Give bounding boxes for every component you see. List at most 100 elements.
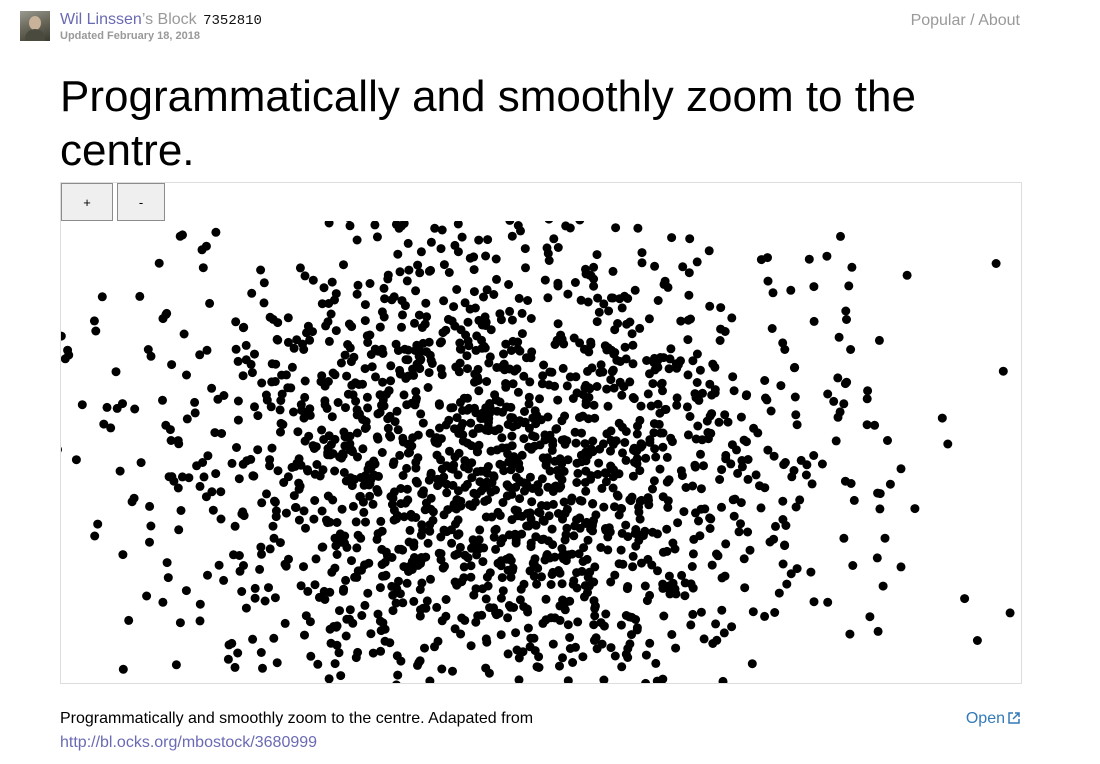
data-point	[480, 312, 490, 322]
data-point	[420, 505, 430, 515]
data-point	[306, 651, 316, 661]
data-point	[621, 455, 631, 465]
block-title: Wil Linssen’s Block 7352810	[60, 11, 262, 29]
data-point	[603, 532, 613, 542]
data-point	[324, 221, 334, 228]
data-point	[281, 508, 291, 518]
data-point	[558, 653, 567, 663]
data-point	[809, 316, 819, 326]
data-point	[455, 542, 465, 552]
data-point	[341, 575, 351, 585]
data-point	[613, 319, 623, 328]
data-point	[570, 278, 580, 287]
data-point	[330, 466, 340, 476]
data-point	[393, 249, 403, 259]
data-point	[238, 459, 248, 469]
data-point	[756, 503, 766, 513]
data-point	[450, 321, 460, 331]
data-point	[467, 458, 477, 468]
data-point	[341, 403, 350, 413]
data-point	[386, 432, 396, 442]
data-point	[498, 586, 508, 596]
data-point	[823, 597, 833, 607]
data-point	[504, 280, 514, 289]
data-point	[755, 481, 764, 491]
data-point	[592, 317, 602, 327]
data-point	[481, 321, 491, 330]
zoom-out-button[interactable]: -	[117, 183, 165, 221]
data-point	[434, 548, 444, 558]
popular-link[interactable]: Popular	[911, 12, 966, 29]
data-point	[383, 414, 393, 424]
data-point	[514, 675, 524, 683]
data-point	[270, 377, 280, 386]
data-point	[705, 524, 715, 533]
data-point	[391, 598, 401, 608]
data-point	[415, 268, 425, 278]
data-point	[450, 240, 460, 250]
data-point	[523, 296, 533, 305]
data-point	[632, 429, 642, 439]
data-point	[649, 476, 659, 486]
data-point	[873, 626, 883, 636]
nav-separator: /	[970, 12, 975, 29]
open-link[interactable]: Open	[966, 707, 1020, 731]
data-point	[426, 265, 436, 275]
data-point	[516, 584, 526, 594]
data-point	[875, 504, 885, 514]
data-point	[241, 340, 251, 350]
data-point	[831, 436, 841, 446]
data-point	[532, 662, 542, 672]
zoom-in-button[interactable]: +	[61, 183, 113, 221]
data-point	[692, 257, 702, 267]
data-point	[470, 377, 479, 387]
data-point	[589, 400, 599, 410]
data-point	[396, 656, 406, 666]
data-point	[594, 307, 604, 317]
data-point	[358, 444, 368, 454]
data-point	[118, 664, 128, 674]
data-point	[283, 383, 293, 393]
data-point	[300, 630, 309, 640]
data-point	[771, 521, 780, 531]
data-point	[727, 622, 737, 632]
data-point	[195, 616, 205, 626]
data-point	[680, 578, 690, 588]
data-point	[295, 481, 305, 491]
data-point	[590, 601, 600, 611]
data-point	[600, 341, 610, 351]
data-point	[751, 470, 761, 480]
source-link[interactable]: http://bl.ocks.org/mbostock/3680999	[60, 734, 317, 751]
data-point	[688, 609, 698, 619]
data-point	[575, 221, 585, 225]
data-point	[603, 545, 613, 555]
about-link[interactable]: About	[978, 12, 1020, 29]
data-point	[357, 611, 367, 620]
data-point	[555, 454, 565, 464]
data-point	[448, 403, 458, 413]
data-point	[692, 349, 702, 359]
data-point	[998, 366, 1008, 376]
data-point	[557, 579, 567, 589]
data-point	[729, 511, 739, 521]
data-point	[321, 321, 331, 331]
data-point	[409, 596, 419, 606]
data-point	[565, 633, 575, 642]
author-link[interactable]: Wil Linssen	[60, 11, 142, 28]
data-point	[231, 317, 241, 327]
data-point	[604, 306, 614, 316]
data-point	[416, 409, 426, 419]
data-point	[317, 506, 327, 516]
data-point	[575, 513, 585, 523]
data-point	[617, 528, 627, 538]
avatar[interactable]	[20, 11, 50, 41]
data-point	[896, 562, 906, 572]
data-point	[385, 638, 395, 648]
data-point	[444, 415, 454, 425]
scatter-plot[interactable]	[61, 183, 1021, 683]
data-point	[849, 495, 859, 505]
data-point	[257, 498, 267, 508]
data-point	[466, 641, 476, 651]
data-point	[317, 542, 327, 552]
data-point	[768, 288, 778, 298]
